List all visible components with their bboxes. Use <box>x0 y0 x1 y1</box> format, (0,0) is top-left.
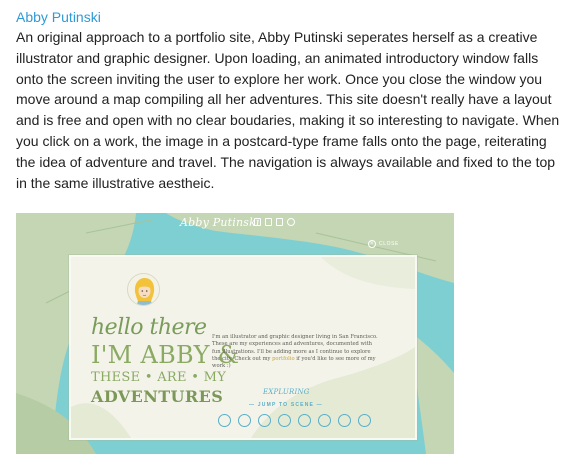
tower-icon[interactable] <box>238 414 251 427</box>
circle-icon[interactable] <box>358 414 371 427</box>
site-logo[interactable]: Abby Putinski <box>180 216 260 229</box>
these-are-my-heading: THESE • ARE • MY <box>91 370 227 385</box>
website-screenshot: Abby Putinski × CLOSE hello there I'M AB… <box>16 213 454 454</box>
post-title[interactable]: Abby Putinski <box>16 8 564 26</box>
hello-heading: hello there <box>91 315 207 340</box>
person-icon[interactable] <box>278 414 291 427</box>
close-label: CLOSE <box>379 241 399 247</box>
intro-text: I'm an illustrator and graphic designer … <box>212 334 380 370</box>
top-navigation <box>254 218 295 226</box>
globe-icon[interactable] <box>287 218 295 226</box>
jump-to-scene-label: — JUMP TO SCENE — <box>249 402 323 408</box>
adventures-heading: ADVENTURES <box>91 387 224 406</box>
skyline-icon[interactable] <box>298 414 311 427</box>
avatar <box>127 273 160 306</box>
balloon-icon[interactable] <box>258 414 271 427</box>
book-icon[interactable] <box>265 218 272 226</box>
bridge-icon[interactable] <box>218 414 231 427</box>
arch-icon[interactable] <box>338 414 351 427</box>
post-body: An original approach to a portfolio site… <box>16 29 560 191</box>
scene-icon-row <box>218 414 371 427</box>
grid-icon[interactable] <box>254 218 261 226</box>
building-icon[interactable] <box>318 414 331 427</box>
intro-postcard: hello there I'M ABBY & THESE • ARE • MY … <box>69 255 417 440</box>
close-button[interactable]: × CLOSE <box>368 240 399 248</box>
close-icon: × <box>368 240 376 248</box>
document-icon[interactable] <box>276 218 283 226</box>
portfolio-link[interactable]: portfolio <box>272 356 295 362</box>
exploring-label: EXPLURING <box>263 388 310 396</box>
blog-post: Abby Putinski An original approach to a … <box>16 8 564 193</box>
